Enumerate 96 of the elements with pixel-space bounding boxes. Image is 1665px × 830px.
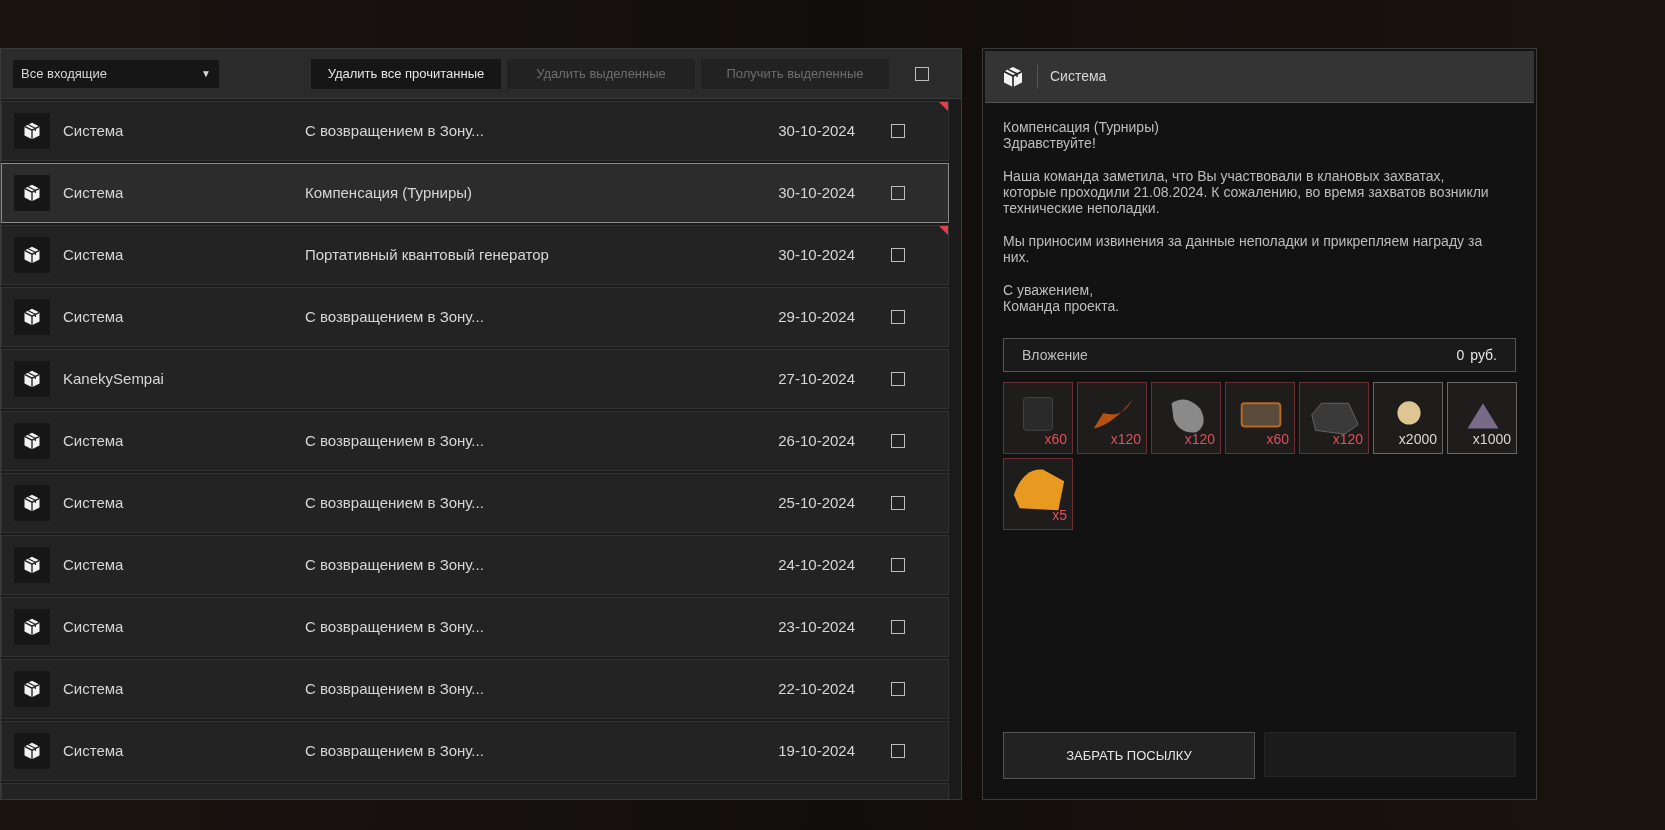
subject: С возвращением в Зону... xyxy=(305,616,485,637)
item-tile[interactable]: x120 xyxy=(1299,382,1369,454)
date: 23-10-2024 xyxy=(777,616,855,637)
box-icon xyxy=(22,741,42,761)
attachment-currency: руб. xyxy=(1470,345,1497,365)
sender-name: Система xyxy=(63,554,125,575)
box-icon xyxy=(22,617,42,637)
checkbox[interactable] xyxy=(891,682,905,696)
collect-button[interactable]: ЗАБРАТЬ ПОСЫЛКУ xyxy=(1003,732,1255,779)
box-icon xyxy=(22,493,42,513)
filter-dropdown[interactable]: Все входящие ▼ xyxy=(13,59,219,88)
box-icon xyxy=(22,369,42,389)
box-icon xyxy=(1001,64,1025,89)
date: 24-10-2024 xyxy=(777,554,855,575)
message-row[interactable]: Система С возвращением в Зону... 23-10-2024 xyxy=(1,597,949,657)
sender-name: KanekySempai xyxy=(63,368,165,389)
checkbox[interactable] xyxy=(891,248,905,262)
message-row[interactable]: KanekySempai 27-10-2024 xyxy=(1,349,949,409)
box-icon xyxy=(22,679,42,699)
message-text: С уважением, xyxy=(1003,282,1095,298)
box-icon xyxy=(22,307,42,327)
checkbox[interactable] xyxy=(891,310,905,324)
item-tile[interactable]: x60 xyxy=(1225,382,1295,454)
sender-name: Система xyxy=(63,492,125,513)
checkbox[interactable] xyxy=(915,66,929,81)
item-tile[interactable]: x2000 xyxy=(1373,382,1443,454)
date: 27-10-2024 xyxy=(777,368,855,389)
subject: Портативный квантовый генератор xyxy=(305,244,550,265)
item-count: x1000 xyxy=(1472,430,1511,449)
date: 26-10-2024 xyxy=(777,430,855,451)
subject: С возвращением в Зону... xyxy=(305,430,485,451)
message-text: Наша команда заметила, что Вы участвовали в клановых захватах, которые проходили 21.08.2024. К сожалению, во время захватов возникли технические неполадки. xyxy=(1003,168,1490,216)
item-count: x2000 xyxy=(1398,430,1437,449)
item-tile[interactable]: x5 xyxy=(1003,458,1073,530)
box-icon xyxy=(22,121,42,141)
checkbox[interactable] xyxy=(891,744,905,758)
sender-name: Система xyxy=(63,430,125,451)
subject: С возвращением в Зону... xyxy=(305,492,485,513)
checkbox[interactable] xyxy=(891,372,905,386)
box-icon xyxy=(22,555,42,575)
item-count: x5 xyxy=(1052,506,1067,525)
date: 29-10-2024 xyxy=(777,306,855,327)
item-count: x120 xyxy=(1110,430,1141,449)
message-text: Здравствуйте! xyxy=(1003,135,1097,151)
message-text: Компенсация (Турниры) xyxy=(1003,119,1160,135)
checkbox[interactable] xyxy=(891,124,905,138)
subject: С возвращением в Зону... xyxy=(305,740,485,761)
message-row[interactable]: Система С возвращением в Зону... 25-10-2024 xyxy=(1,473,949,533)
item-count: x60 xyxy=(1044,430,1067,449)
message-row[interactable]: Система Портативный квантовый генератор 30-10-2024 xyxy=(1,225,949,285)
message-row[interactable]: Система С возвращением в Зону... 24-10-2024 xyxy=(1,535,949,595)
message-row[interactable]: Система С возвращением в Зону... 26-10-2024 xyxy=(1,411,949,471)
item-tile[interactable]: x120 xyxy=(1077,382,1147,454)
item-count: x60 xyxy=(1266,430,1289,449)
message-row[interactable]: Система С возвращением в Зону... 29-10-2024 xyxy=(1,287,949,347)
item-count: x120 xyxy=(1332,430,1363,449)
date: 30-10-2024 xyxy=(777,182,855,203)
subject: Компенсация (Турниры) xyxy=(305,182,473,203)
message-row[interactable]: Система С возвращением в Зону... 22-10-2024 xyxy=(1,659,949,719)
sender-name: Система xyxy=(63,244,125,265)
message-row[interactable]: Система Компенсация (Турниры) 30-10-2024 xyxy=(1,163,949,223)
date: 25-10-2024 xyxy=(777,492,855,513)
box-icon xyxy=(22,431,42,451)
date: 30-10-2024 xyxy=(777,120,855,141)
date: 22-10-2024 xyxy=(777,678,855,699)
sender-name: Система xyxy=(63,306,125,327)
item-tile[interactable]: x60 xyxy=(1003,382,1073,454)
message-row[interactable]: Система С возвращением в Зону... 30-10-2024 xyxy=(1,101,949,161)
checkbox[interactable] xyxy=(891,186,905,200)
message-row[interactable]: Система С возвращением в Зону... 19-10-2024 xyxy=(1,721,949,781)
sender-name: Система xyxy=(63,120,125,141)
sender-name: Система xyxy=(63,616,125,637)
date: 19-10-2024 xyxy=(777,740,855,761)
box-icon xyxy=(22,245,42,265)
date: 30-10-2024 xyxy=(777,244,855,265)
subject: С возвращением в Зону... xyxy=(305,120,485,141)
item-tile[interactable]: x1000 xyxy=(1447,382,1517,454)
message-text: Команда проекта. xyxy=(1003,298,1121,314)
sender-name: Система xyxy=(63,678,125,699)
detail-sender: Система xyxy=(1050,67,1107,86)
box-icon xyxy=(22,183,42,203)
checkbox[interactable] xyxy=(891,496,905,510)
checkbox[interactable] xyxy=(891,558,905,572)
item-count: x120 xyxy=(1184,430,1215,449)
toolbar-button[interactable]: Удалить все прочитанные xyxy=(311,58,501,89)
subject: С возвращением в Зону... xyxy=(305,554,485,575)
checkbox[interactable] xyxy=(891,620,905,634)
checkbox[interactable] xyxy=(891,434,905,448)
sender-name: Система xyxy=(63,740,125,761)
attachment-amount: 0 xyxy=(1456,345,1465,365)
message-text: Мы приносим извинения за данные неполадки и прикрепляем награду за них. xyxy=(1003,233,1484,265)
subject: С возвращением в Зону... xyxy=(305,678,485,699)
item-tile[interactable]: x120 xyxy=(1151,382,1221,454)
subject: С возвращением в Зону... xyxy=(305,306,485,327)
sender-name: Система xyxy=(63,182,125,203)
attachment-label: Вложение xyxy=(1022,345,1088,365)
